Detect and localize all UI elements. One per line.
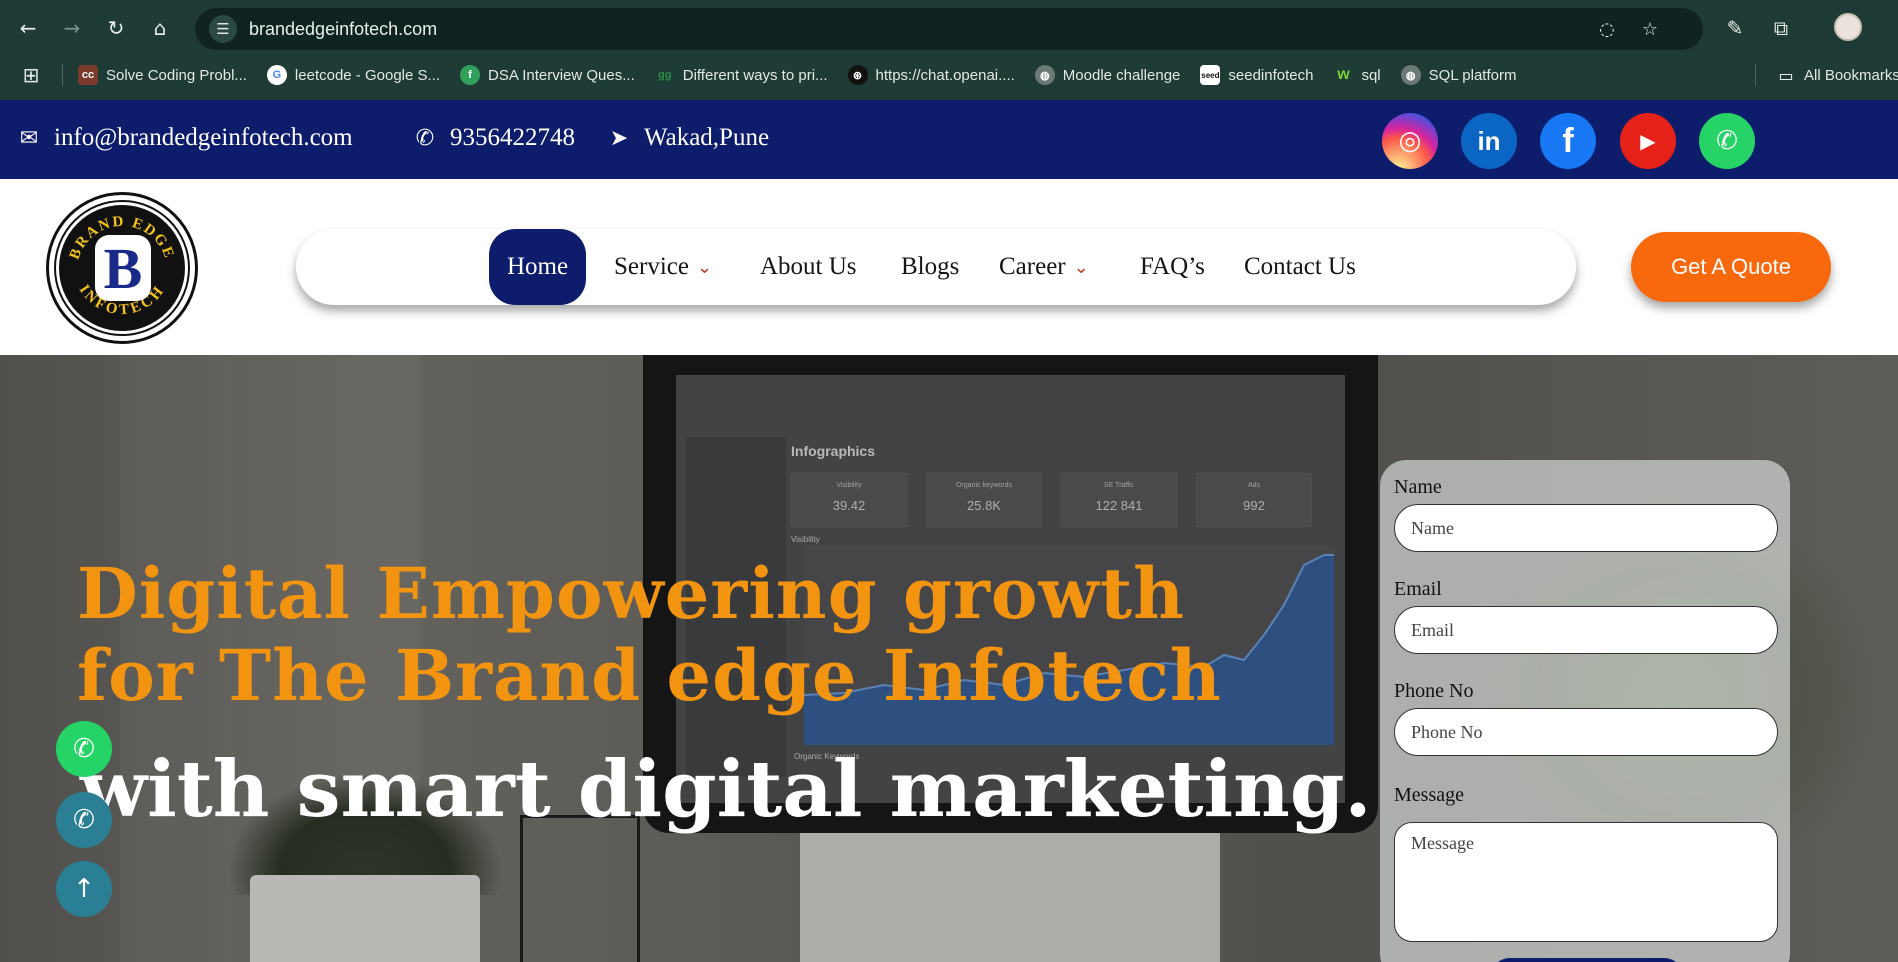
browser-chrome: ← → ↻ ⌂ ☰ brandedgeinfotech.com ◌ ☆ ✎ ⧉ … [0,0,1898,100]
nav-career[interactable]: Career ⌄ [999,229,1089,305]
hero-headline-line2: for The Brand edge Infotech [77,634,1222,717]
eye-off-icon[interactable]: ◌ [1593,15,1621,43]
linkedin-icon[interactable]: in [1461,113,1517,169]
codechef-icon: cc [78,65,98,85]
hero-headline-line1: Digital Empowering growth [77,552,1186,635]
bookmark-item[interactable]: f DSA Interview Ques... [450,58,645,92]
email-label: Email [1394,578,1442,600]
address-bar[interactable]: ☰ brandedgeinfotech.com ◌ ☆ [195,8,1703,50]
scroll-top-icon[interactable]: ↑ [56,861,112,917]
email-contact[interactable]: ✉ info@brandedgeinfotech.com [14,118,353,158]
bookmark-item[interactable]: ⊛ https://chat.openai.... [838,58,1025,92]
phone-input[interactable]: Phone No [1394,708,1778,756]
email-input[interactable]: Email [1394,606,1778,654]
youtube-icon[interactable]: ▶ [1620,113,1676,169]
hero-section: Infographics Visibility 39.42 Organic key… [0,355,1898,962]
star-icon[interactable]: ☆ [1636,15,1664,43]
phone-icon: ✆ [415,125,435,151]
nav-faq[interactable]: FAQ’s [1140,229,1205,305]
main-navigation: Home Service ⌄ About Us Blogs Career ⌄ FAQ… [296,229,1576,305]
enquiry-form: Name Name Email Email Phone No Phone No … [1380,460,1790,962]
phone-contact[interactable]: ✆ 9356422748 [410,118,575,158]
bookmark-item[interactable]: ◍ SQL platform [1391,58,1527,92]
globe-icon: ◍ [1034,65,1055,85]
bookmark-divider [62,64,63,86]
location-arrow-icon: ➤ [609,125,629,151]
extensions-icon[interactable]: ⧉ [1763,10,1799,46]
bookmark-item[interactable]: Gleetcode - Google S... [257,58,450,92]
hero-headline-line3: with smart digital marketing. [80,744,1372,835]
chevron-down-icon: ⌄ [1073,256,1089,278]
instagram-icon[interactable]: ◎ [1382,113,1438,169]
apps-grid-icon[interactable]: ⊞ [20,63,42,87]
brand-logo[interactable]: BRAND EDGE INFOTECH B [46,192,198,344]
logo-letter: B [95,235,151,301]
message-textarea[interactable]: Message [1394,822,1778,942]
chevron-down-icon: ⌄ [696,256,713,278]
nav-blogs[interactable]: Blogs [901,229,959,305]
bookmark-item[interactable]: gg Different ways to pri... [645,58,838,92]
whatsapp-icon[interactable]: ✆ [1699,113,1755,169]
nav-contact[interactable]: Contact Us [1244,229,1356,305]
folder-icon: ▭ [1778,65,1794,85]
w3-icon: w [1337,66,1350,83]
name-input[interactable]: Name [1394,504,1778,552]
back-icon[interactable]: ← [10,10,46,46]
profile-avatar[interactable] [1834,13,1862,41]
nav-service[interactable]: Service ⌄ [614,229,712,305]
reload-icon[interactable]: ↻ [98,10,134,46]
phone-label: Phone No [1394,680,1474,702]
geeks-icon: f [460,65,481,85]
bookmark-item[interactable]: ◍ Moodle challenge [1025,58,1191,92]
openai-icon: ⊛ [847,65,868,85]
message-label: Message [1394,784,1464,806]
location-contact: ➤ Wakad,Pune [604,118,769,158]
home-icon[interactable]: ⌂ [142,10,178,46]
url-text[interactable]: brandedgeinfotech.com [249,19,437,40]
name-label: Name [1394,476,1442,498]
email-icon: ✉ [19,125,39,151]
gfg-icon: gg [658,69,672,81]
bookmark-divider [1755,64,1756,86]
google-icon: G [266,65,287,85]
nav-home[interactable]: Home [489,229,587,305]
site-header: BRAND EDGE INFOTECH B Home Service ⌄ Abou… [0,179,1898,355]
logo-badge: BRAND EDGE INFOTECH B [56,202,188,334]
pipette-icon[interactable]: ✎ [1717,10,1753,46]
facebook-icon[interactable]: f [1540,113,1596,169]
whatsapp-float-icon[interactable]: ✆ [56,721,112,777]
top-info-bar: ✉ info@brandedgeinfotech.com ✆ 935642274… [0,100,1898,179]
bookmarks-bar: cc Solve Coding Probl... Gleetcode - Goog… [68,58,1748,92]
forward-icon[interactable]: → [54,10,90,46]
submit-button[interactable] [1490,958,1684,962]
all-bookmarks[interactable]: ▭ All Bookmarks [1766,58,1898,92]
bookmark-item[interactable]: cc Solve Coding Probl... [68,58,257,92]
globe-icon: ◍ [1400,65,1421,85]
nav-about[interactable]: About Us [760,229,857,305]
seed-icon: seed [1200,65,1221,85]
site-info-icon[interactable]: ☰ [209,15,237,43]
bookmark-item[interactable]: seed seedinfotech [1190,58,1323,92]
get-quote-button[interactable]: Get A Quote [1631,232,1831,302]
call-float-icon[interactable]: ✆ [56,792,112,848]
bookmark-item[interactable]: w sql [1323,58,1390,92]
